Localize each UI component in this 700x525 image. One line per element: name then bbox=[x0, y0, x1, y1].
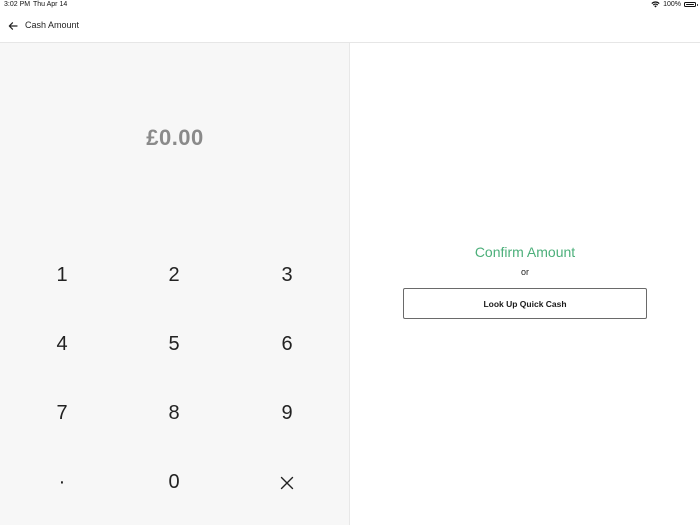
nav-bar: Cash Amount bbox=[0, 11, 700, 43]
battery-icon bbox=[684, 2, 698, 7]
key-0[interactable]: 0 bbox=[118, 448, 230, 517]
status-indicators: 100% bbox=[651, 1, 698, 8]
battery-percent: 100% bbox=[663, 1, 681, 8]
wifi-icon bbox=[651, 1, 660, 8]
status-time: 3:02 PM bbox=[4, 1, 31, 8]
confirm-amount-button[interactable]: Confirm Amount bbox=[350, 244, 700, 260]
key-2[interactable]: 2 bbox=[118, 241, 230, 310]
key-6[interactable]: 6 bbox=[231, 310, 343, 379]
quick-cash-label: Look Up Quick Cash bbox=[483, 298, 567, 309]
look-up-quick-cash-button[interactable]: Look Up Quick Cash bbox=[403, 288, 647, 319]
arrow-left-icon bbox=[8, 22, 18, 30]
delete-x-icon bbox=[280, 476, 294, 489]
key-1[interactable]: 1 bbox=[6, 241, 118, 310]
key-3[interactable]: 3 bbox=[231, 241, 343, 310]
key-5[interactable]: 5 bbox=[118, 310, 230, 379]
status-bar: 3:02 PM Thu Apr 14 100% bbox=[0, 0, 700, 11]
confirm-pane: Confirm Amount or Look Up Quick Cash bbox=[350, 43, 700, 525]
status-date: Thu Apr 14 bbox=[33, 1, 68, 8]
keypad: 1 2 3 4 5 6 7 8 9 · 0 bbox=[0, 241, 350, 517]
key-8[interactable]: 8 bbox=[118, 379, 230, 448]
key-decimal[interactable]: · bbox=[6, 448, 118, 517]
key-4[interactable]: 4 bbox=[6, 310, 118, 379]
key-7[interactable]: 7 bbox=[6, 379, 118, 448]
amount-display: £0.00 bbox=[146, 125, 204, 150]
amount-entry-pane: £0.00 1 2 3 4 5 6 7 8 9 · 0 bbox=[0, 43, 350, 525]
back-button[interactable] bbox=[6, 19, 20, 33]
page-title: Cash Amount bbox=[25, 20, 80, 30]
or-separator: or bbox=[520, 267, 529, 277]
delete-key[interactable] bbox=[231, 448, 343, 517]
key-9[interactable]: 9 bbox=[231, 379, 343, 448]
